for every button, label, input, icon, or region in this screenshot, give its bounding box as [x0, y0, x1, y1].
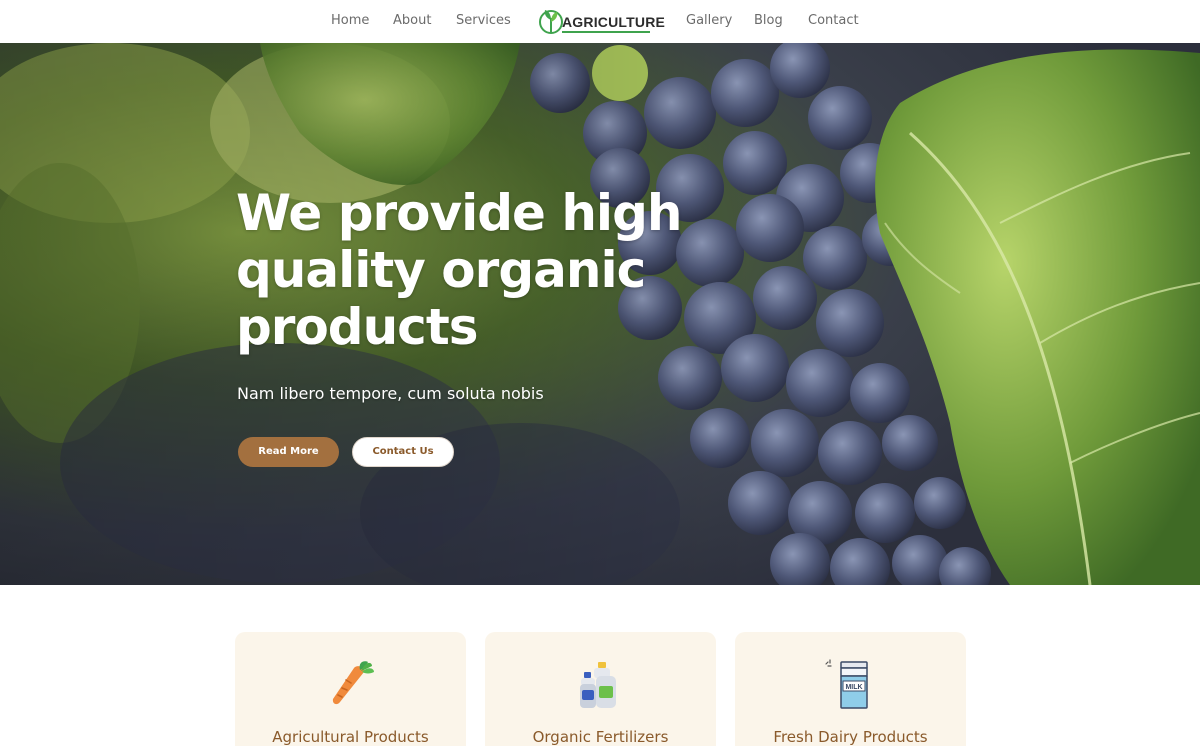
hero-subtitle: Nam libero tempore, cum soluta nobis [237, 384, 544, 403]
nav-link-services[interactable]: Services [456, 0, 511, 43]
service-card-fertilizers[interactable]: Organic Fertilizers [485, 632, 716, 746]
card-title: Agricultural Products [272, 728, 429, 746]
hero-section: We provide high quality organic products… [0, 43, 1200, 585]
service-card-dairy[interactable]: MILK Fresh Dairy Products [735, 632, 966, 746]
card-title: Organic Fertilizers [532, 728, 669, 746]
logo-underline [562, 31, 650, 33]
sprout-icon [539, 10, 563, 34]
service-card-agricultural[interactable]: Agricultural Products [235, 632, 466, 746]
services-section: Agricultural Products Organic Fertilizer… [0, 585, 1200, 746]
nav-link-about[interactable]: About [393, 0, 431, 43]
carrot-icon [332, 661, 374, 705]
contact-us-button[interactable]: Contact Us [352, 437, 454, 467]
read-more-button[interactable]: Read More [238, 437, 339, 467]
fertilizer-bottles-icon [580, 662, 616, 708]
nav-link-gallery[interactable]: Gallery [686, 0, 732, 43]
hero-title: We provide high quality organic products [236, 184, 682, 356]
nav-link-contact[interactable]: Contact [808, 0, 859, 43]
site-logo[interactable]: AGRICULTURE [538, 6, 665, 38]
milk-carton-icon: MILK [825, 659, 868, 709]
logo-text: AGRICULTURE [562, 14, 666, 30]
nav-link-home[interactable]: Home [331, 0, 369, 43]
top-navigation: Home About Services AGRICULTURE Gallery … [0, 0, 1200, 43]
nav-link-blog[interactable]: Blog [754, 0, 783, 43]
card-title: Fresh Dairy Products [773, 728, 928, 746]
milk-label: MILK [845, 684, 862, 691]
